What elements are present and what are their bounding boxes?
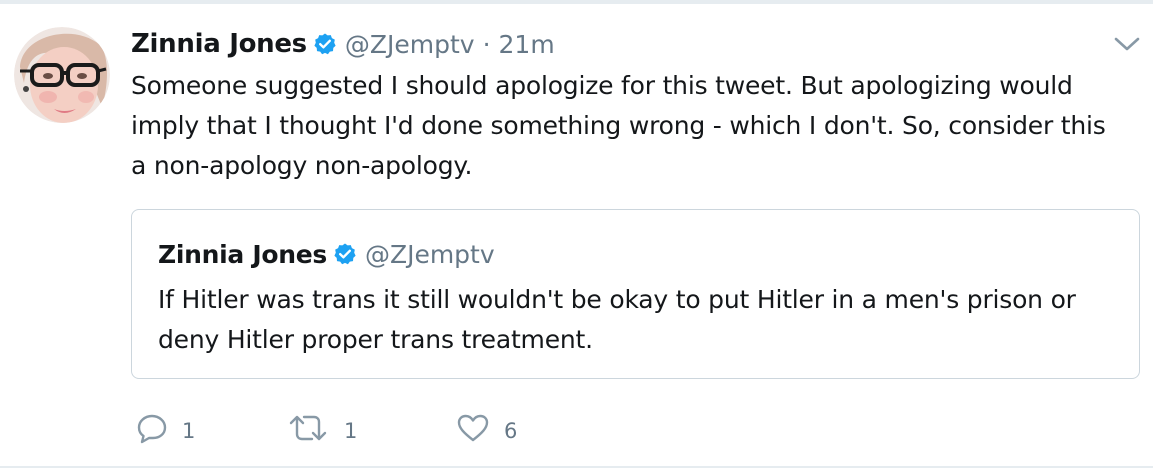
- author-handle[interactable]: @ZJemptv: [345, 30, 475, 59]
- avatar-image: [14, 27, 110, 123]
- quoted-author-name: Zinnia Jones: [158, 239, 327, 269]
- retweet-count: 1: [344, 419, 358, 443]
- heart-icon: [456, 412, 490, 444]
- reply-icon: [136, 412, 168, 444]
- reply-count: 1: [182, 419, 196, 443]
- verified-badge-icon: [333, 242, 357, 266]
- timestamp[interactable]: 21m: [499, 30, 555, 59]
- reply-button[interactable]: 1: [136, 408, 195, 448]
- quoted-tweet-card[interactable]: Zinnia Jones @ZJemptv If Hitler was tran…: [131, 209, 1140, 379]
- author-name[interactable]: Zinnia Jones: [131, 29, 307, 59]
- bottom-divider: [0, 466, 1153, 468]
- avatar[interactable]: [14, 27, 110, 123]
- tweet-header: Zinnia Jones @ZJemptv · 21m: [131, 24, 555, 64]
- chevron-down-icon[interactable]: [1112, 33, 1142, 55]
- retweet-icon: [286, 412, 330, 444]
- like-button[interactable]: 6: [456, 408, 517, 448]
- separator-dot: ·: [482, 29, 491, 59]
- quoted-author-handle: @ZJemptv: [364, 239, 495, 269]
- quoted-tweet-header: Zinnia Jones @ZJemptv: [158, 235, 495, 273]
- top-divider: [0, 0, 1153, 4]
- tweet-text: Someone suggested I should apologize for…: [131, 71, 1106, 180]
- retweet-button[interactable]: 1: [286, 408, 357, 448]
- verified-badge-icon: [313, 32, 337, 56]
- quoted-tweet-text: If Hitler was trans it still wouldn't be…: [158, 285, 1076, 354]
- like-count: 6: [504, 419, 518, 443]
